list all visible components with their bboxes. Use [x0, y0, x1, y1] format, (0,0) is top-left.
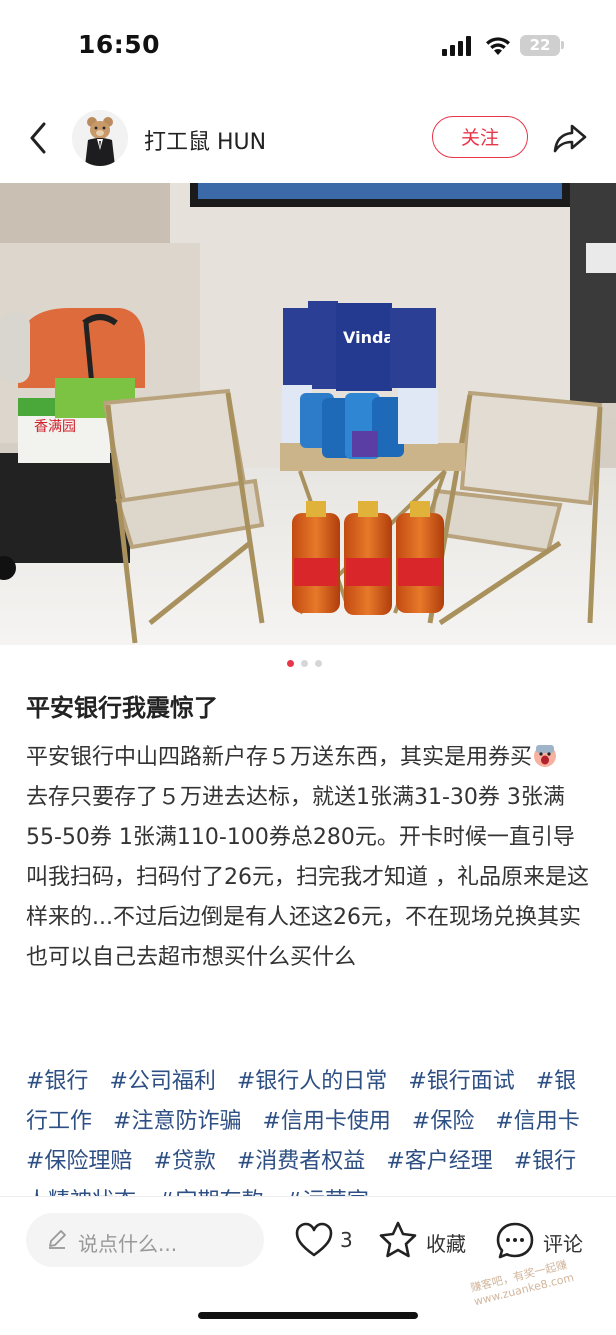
battery-icon: 22 — [520, 35, 560, 56]
wifi-icon — [486, 37, 510, 55]
post-body: 平安银行中山四路新户存５万送东西，其实是用券买 去存只要存了５万进去达标，就送1… — [26, 738, 594, 978]
hashtag[interactable]: #银行人的日常 — [237, 1069, 387, 1094]
hashtag[interactable]: #客户经理 — [386, 1149, 492, 1174]
username[interactable]: 打工鼠 HUN — [144, 124, 266, 156]
hashtag[interactable]: #信用卡使用 — [262, 1109, 390, 1134]
hashtag-list: #银行 #公司福利 #银行人的日常 #银行面试 #银行工作 #注意防诈骗 #信用… — [26, 1062, 598, 1196]
hashtag[interactable]: #注意防诈骗 — [113, 1109, 241, 1134]
post-image[interactable]: 香满园 Vinda — [0, 183, 616, 645]
home-indicator — [198, 1312, 418, 1319]
battery-tip — [561, 41, 564, 49]
hashtag[interactable]: #贷款 — [153, 1149, 215, 1174]
hashtag[interactable]: #消费者权益 — [237, 1149, 365, 1174]
post-body-paragraph-2: 去存只要存了５万进去达标，就送1张满31-30券 3张满55-50券 1张满11… — [26, 785, 589, 970]
back-button[interactable] — [22, 118, 56, 158]
post-body-paragraph-1: 平安银行中山四路新户存５万送东西，其实是用券买 — [26, 745, 533, 770]
avatar[interactable] — [72, 110, 128, 166]
carousel-dot-1[interactable] — [287, 660, 294, 667]
post-title: 平安银行我震惊了 — [26, 694, 218, 722]
like-count: 3 — [340, 1228, 353, 1252]
svg-text:香满园: 香满园 — [34, 419, 76, 435]
carousel-dot-3[interactable] — [315, 660, 322, 667]
shocked-face-icon — [534, 745, 557, 767]
hashtag[interactable]: #银行 — [26, 1069, 88, 1094]
hashtag[interactable]: #信用卡 — [495, 1109, 579, 1134]
post-photo: 香满园 Vinda — [0, 183, 616, 645]
hashtag[interactable]: #保险理赔 — [26, 1149, 132, 1174]
svg-text:Vinda: Vinda — [343, 328, 394, 347]
hashtag[interactable]: #定期存款 — [157, 1189, 263, 1196]
hashtag[interactable]: #运营官 — [284, 1189, 368, 1196]
follow-button[interactable]: 关注 — [432, 116, 528, 158]
comment-bubble-icon[interactable] — [494, 1220, 536, 1262]
comment-placeholder[interactable]: 说点什么... — [78, 1228, 177, 1257]
carousel-dot-2[interactable] — [301, 660, 308, 667]
status-time: 16:50 — [78, 30, 161, 59]
cellular-signal-icon — [442, 36, 472, 56]
star-icon[interactable] — [378, 1220, 418, 1260]
hashtag[interactable]: #保险 — [412, 1109, 474, 1134]
avatar-image — [72, 110, 128, 166]
hashtag[interactable]: #公司福利 — [109, 1069, 215, 1094]
heart-icon[interactable] — [294, 1221, 334, 1259]
hashtag[interactable]: #银行面试 — [408, 1069, 514, 1094]
share-icon[interactable] — [552, 120, 588, 156]
pencil-icon — [49, 1230, 66, 1249]
collect-label[interactable]: 收藏 — [426, 1228, 466, 1257]
